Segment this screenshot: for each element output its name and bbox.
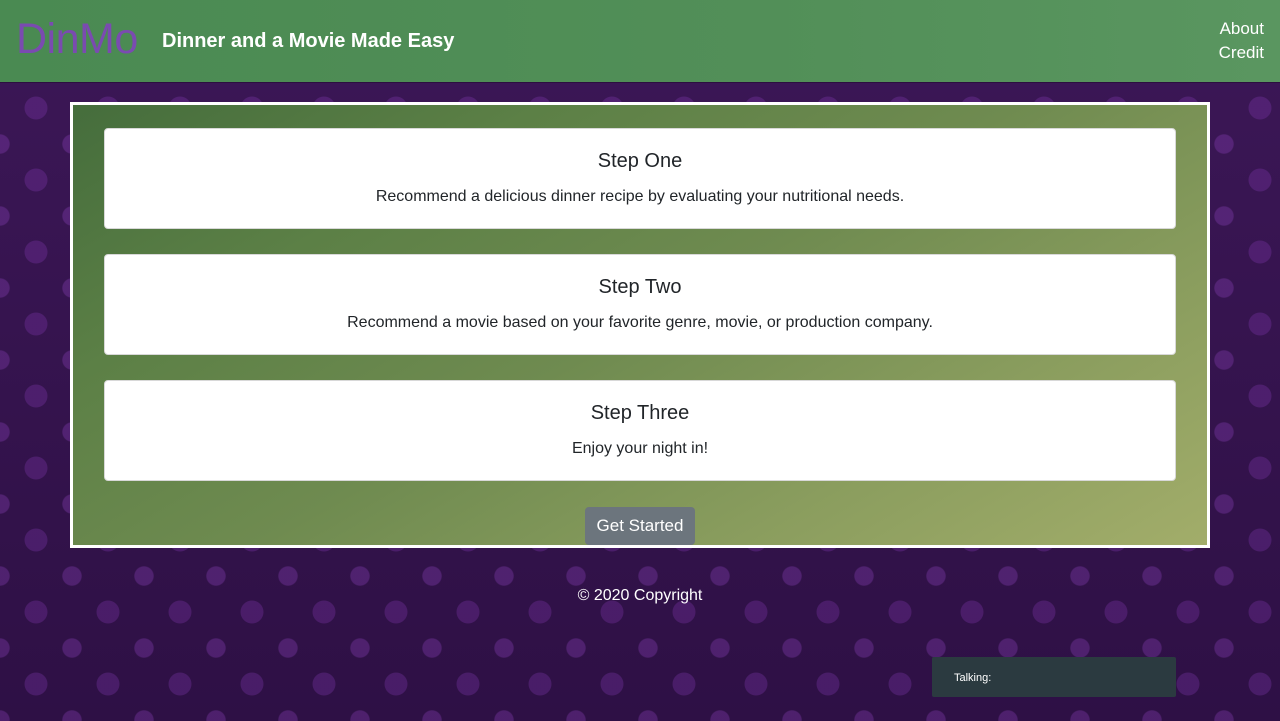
navbar: DinMo Dinner and a Movie Made Easy About…: [0, 0, 1280, 82]
step-title: Step One: [597, 150, 683, 172]
nav-link-about[interactable]: About: [1220, 17, 1264, 41]
chat-widget[interactable]: Talking:: [932, 657, 1176, 697]
step-description: Recommend a movie based on your favorite…: [347, 314, 933, 331]
step-description: Enjoy your night in!: [571, 440, 709, 457]
tagline: Dinner and a Movie Made Easy: [162, 30, 455, 52]
step-card-three: Step Three Enjoy your night in!: [104, 380, 1176, 481]
steps-panel: Step One Recommend a delicious dinner re…: [70, 102, 1210, 548]
step-card-one: Step One Recommend a delicious dinner re…: [104, 128, 1176, 229]
step-card-two: Step Two Recommend a movie based on your…: [104, 254, 1176, 355]
nav-link-credit[interactable]: Credit: [1219, 41, 1264, 65]
nav-links: About Credit: [1219, 17, 1264, 65]
footer-copyright: © 2020 Copyright: [577, 587, 703, 604]
chat-widget-label: Talking:: [954, 672, 992, 684]
brand-logo[interactable]: DinMo: [16, 13, 138, 65]
step-title: Step Two: [598, 276, 682, 298]
step-description: Recommend a delicious dinner recipe by e…: [375, 188, 905, 205]
get-started-button[interactable]: Get Started: [585, 507, 695, 545]
step-title: Step Three: [590, 402, 690, 424]
